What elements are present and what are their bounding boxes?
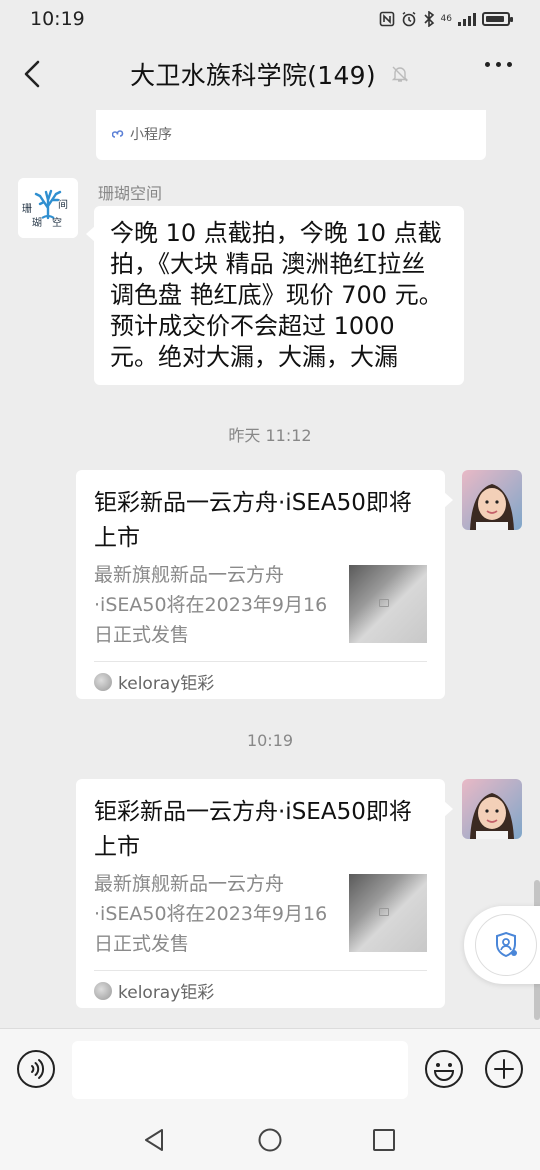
bluetooth-icon <box>423 11 434 27</box>
system-navigation-bar <box>0 1112 540 1170</box>
voice-icon[interactable] <box>16 1049 56 1089</box>
girl-photo-icon <box>462 470 522 530</box>
alarm-icon <box>402 11 415 27</box>
previous-mini-program-card[interactable]: 小程序 <box>96 110 486 160</box>
chat-message-list[interactable]: 小程序 珊 瑚 间 空 珊瑚空间 今晚 10 点截拍，今晚 10 点截拍，《大块… <box>0 110 540 1028</box>
message-timestamp: 昨天 11:12 <box>228 426 312 445</box>
status-icons: 46 <box>379 11 513 27</box>
back-icon[interactable] <box>18 56 46 92</box>
security-float-button[interactable] <box>464 906 540 984</box>
message-timestamp: 10:19 <box>246 731 294 750</box>
link-card-thumbnail <box>349 874 427 952</box>
link-card-title: 钜彩新品一云方舟·iSEA50即将上市 <box>94 799 412 860</box>
link-card-source-name: keloray钜彩 <box>118 674 215 694</box>
input-bar <box>0 1028 540 1112</box>
coral-logo-char: 间 <box>58 200 68 211</box>
coral-logo-char: 空 <box>52 218 62 229</box>
signal-icon <box>458 12 476 26</box>
sender-name: 珊瑚空间 <box>98 184 163 203</box>
plus-icon[interactable] <box>484 1049 524 1089</box>
link-card[interactable]: 钜彩新品一云方舟·iSEA50即将上市 最新旗舰新品一云方舟·iSEA50将在2… <box>76 470 453 699</box>
mini-program-icon <box>112 130 124 138</box>
chat-header: 大卫水族科学院(149) <box>0 38 540 110</box>
emoji-icon[interactable] <box>424 1049 464 1089</box>
card-divider <box>94 661 427 662</box>
avatar-self[interactable] <box>462 470 522 530</box>
shield-user-icon <box>496 931 517 958</box>
coral-logo-char: 珊 <box>22 204 32 215</box>
card-divider <box>94 970 427 971</box>
link-card-source-name: keloray钜彩 <box>118 983 215 1003</box>
avatar-coral-space[interactable]: 珊 瑚 间 空 <box>18 178 78 238</box>
status-bar: 10:19 46 <box>0 0 540 38</box>
mini-program-text: 小程序 <box>130 127 172 143</box>
status-time: 10:19 <box>30 8 85 30</box>
network-type: 46 <box>440 13 452 24</box>
link-card-source: keloray钜彩 <box>94 669 214 694</box>
chat-title: 大卫水族科学院(149) <box>130 61 376 90</box>
source-logo-icon <box>94 672 112 691</box>
link-card-source: keloray钜彩 <box>94 978 214 1003</box>
recents-square-icon[interactable] <box>370 1126 398 1154</box>
link-card-description: 最新旗舰新品一云方舟·iSEA50将在2023年9月16日正式发售 <box>94 564 328 646</box>
mute-bell-icon <box>391 66 409 82</box>
link-card-thumbnail <box>349 565 427 643</box>
more-icon[interactable] <box>485 62 512 67</box>
nfc-icon <box>379 11 394 27</box>
source-logo-icon <box>94 981 112 1000</box>
coral-logo-char: 瑚 <box>32 218 42 229</box>
link-card[interactable]: 钜彩新品一云方舟·iSEA50即将上市 最新旗舰新品一云方舟·iSEA50将在2… <box>76 779 453 1008</box>
link-card-title: 钜彩新品一云方舟·iSEA50即将上市 <box>94 490 412 551</box>
link-card-description: 最新旗舰新品一云方舟·iSEA50将在2023年9月16日正式发售 <box>94 873 328 955</box>
text-message-bubble[interactable]: 今晚 10 点截拍，今晚 10 点截拍，《大块 精品 澳洲艳红拉丝 调色盘 艳红… <box>86 206 464 385</box>
battery-icon <box>482 12 513 26</box>
message-input[interactable] <box>72 1041 408 1099</box>
mini-program-label: 小程序 <box>112 124 172 144</box>
avatar-self[interactable] <box>462 779 522 839</box>
girl-photo-icon <box>462 779 522 839</box>
back-triangle-icon[interactable] <box>140 1126 168 1154</box>
home-circle-icon[interactable] <box>256 1126 284 1154</box>
